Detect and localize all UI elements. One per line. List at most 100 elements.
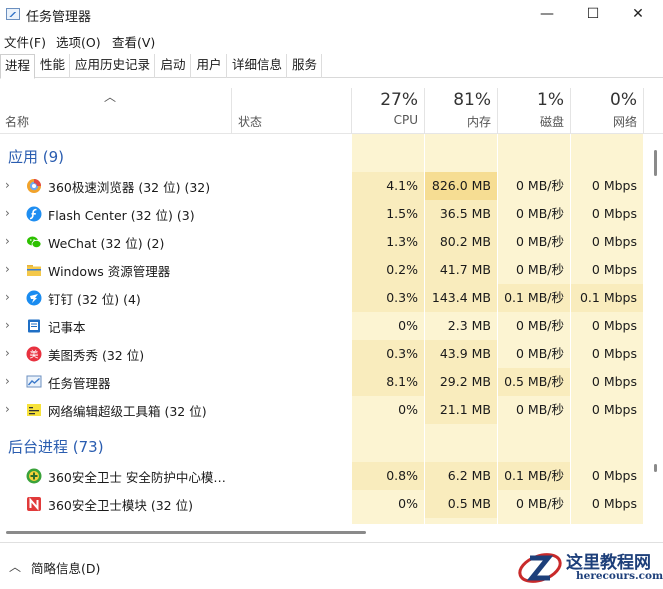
horizontal-scroll-thumb[interactable]: [6, 531, 366, 534]
360-module-icon: [27, 497, 41, 511]
group-background: 后台进程 (73): [0, 424, 650, 458]
expand-chevron-icon[interactable]: ›: [5, 290, 10, 304]
table-row[interactable]: › 美 美图秀秀 (32 位) 0.3% 43.9 MB 0 MB/秒 0 Mb…: [0, 340, 650, 368]
memory-cell: 21.1 MB: [425, 396, 497, 424]
table-row[interactable]: › Windows 资源管理器 0.2% 41.7 MB 0 MB/秒 0 Mb…: [0, 256, 650, 284]
disk-cell: 0.1 MB/秒: [498, 284, 570, 312]
process-name: 360安全卫士 安全防护中心模块...: [48, 470, 233, 485]
memory-total-pct[interactable]: 81%: [425, 90, 491, 110]
tab-startup[interactable]: 启动: [156, 54, 191, 78]
tab-app-history[interactable]: 应用历史记录: [71, 54, 155, 78]
menu-view[interactable]: 查看(V): [112, 32, 155, 51]
expand-chevron-icon[interactable]: ›: [5, 234, 10, 248]
network-cell: 0.1 Mbps: [571, 284, 643, 312]
wechat-icon: [27, 236, 42, 249]
tab-users[interactable]: 用户: [192, 54, 227, 78]
group-title-background: 后台进程 (73): [8, 438, 104, 456]
col-network-header[interactable]: 网络: [571, 113, 637, 130]
table-row[interactable]: 360安全卫士模块 (32 位) 0% 0.5 MB 0 MB/秒 0 Mbps: [0, 490, 650, 518]
col-memory-header[interactable]: 内存: [425, 113, 491, 130]
process-name: Windows 资源管理器: [48, 264, 171, 279]
network-cell: 0 Mbps: [591, 234, 637, 249]
disk-cell: 0 MB/秒: [516, 206, 564, 221]
network-cell: 0 Mbps: [591, 402, 637, 417]
network-cell: 0 Mbps: [591, 178, 637, 193]
memory-cell: 143.4 MB: [425, 284, 497, 312]
table-row[interactable]: › 钉钉 (32 位) (4) 0.3% 143.4 MB 0.1 MB/秒 0…: [0, 284, 650, 312]
expand-chevron-icon[interactable]: ›: [5, 178, 10, 192]
col-disk-header[interactable]: 磁盘: [498, 113, 564, 130]
process-name: 美图秀秀 (32 位): [48, 348, 145, 363]
horizontal-scrollbar[interactable]: [0, 527, 650, 539]
expand-chevron-icon[interactable]: ›: [5, 206, 10, 220]
col-cpu-header[interactable]: CPU: [352, 113, 418, 127]
column-header: ︿ 名称 状态 27% CPU 81% 内存 1% 磁盘 0% 网络: [0, 88, 663, 134]
maximize-button[interactable]: ☐: [570, 0, 616, 30]
expand-chevron-icon[interactable]: ›: [5, 318, 10, 332]
col-status-header[interactable]: 状态: [238, 113, 262, 130]
memory-cell: 826.0 MB: [425, 172, 497, 200]
network-cell: 0 Mbps: [591, 346, 637, 361]
vertical-scrollbar[interactable]: [650, 134, 663, 524]
process-table: 应用 (9) › 360极速浏览器 (32 位) (32) 4.1% 826.0…: [0, 134, 650, 524]
expand-chevron-icon[interactable]: ›: [5, 374, 10, 388]
tab-processes[interactable]: 进程: [0, 54, 35, 79]
disk-cell: 0 MB/秒: [516, 234, 564, 249]
expand-chevron-icon[interactable]: ›: [5, 346, 10, 360]
cpu-cell: 0.3%: [352, 284, 424, 312]
cpu-cell: 0%: [398, 318, 418, 333]
process-name: 记事本: [48, 320, 86, 335]
table-row[interactable]: › 任务管理器 8.1% 29.2 MB 0.5 MB/秒 0 Mbps: [0, 368, 650, 396]
memory-cell: 0.5 MB: [425, 490, 497, 518]
network-cell: 0 Mbps: [591, 468, 637, 483]
close-button[interactable]: ✕: [615, 0, 661, 30]
memory-cell: 80.2 MB: [425, 228, 497, 256]
watermark-url: herecours.com: [576, 570, 663, 582]
disk-cell: 0.1 MB/秒: [498, 462, 570, 490]
tab-services[interactable]: 服务: [288, 54, 322, 78]
expand-chevron-icon[interactable]: ›: [5, 402, 10, 416]
network-cell: 0 Mbps: [591, 318, 637, 333]
cpu-total-pct[interactable]: 27%: [352, 90, 418, 110]
col-name-header[interactable]: 名称: [5, 113, 29, 130]
table-row[interactable]: › Flash Center (32 位) (3) 1.5% 36.5 MB 0…: [0, 200, 650, 228]
disk-cell: 0 MB/秒: [516, 496, 564, 511]
cpu-cell: 8.1%: [352, 368, 424, 396]
table-row[interactable]: › 360极速浏览器 (32 位) (32) 4.1% 826.0 MB 0 M…: [0, 172, 650, 200]
disk-total-pct[interactable]: 1%: [498, 90, 564, 110]
menu-options[interactable]: 选项(O): [56, 32, 101, 51]
network-total-pct[interactable]: 0%: [571, 90, 637, 110]
memory-cell: 43.9 MB: [425, 340, 497, 368]
notepad-icon: [28, 319, 40, 333]
group-title-apps: 应用 (9): [8, 148, 65, 166]
vertical-scroll-indicator: [654, 464, 657, 472]
memory-cell: 29.2 MB: [425, 368, 497, 396]
minimize-button[interactable]: —: [524, 0, 570, 30]
cpu-cell: 0%: [398, 496, 418, 511]
chevron-up-icon[interactable]: ︿: [9, 558, 21, 575]
task-manager-app-icon: [6, 8, 20, 20]
menu-file[interactable]: 文件(F): [4, 32, 46, 51]
tab-performance[interactable]: 性能: [36, 54, 70, 78]
table-row[interactable]: › 网络编辑超级工具箱 (32 位) 0% 21.1 MB 0 MB/秒 0 M…: [0, 396, 650, 424]
fewer-details-button[interactable]: 简略信息(D): [31, 558, 100, 577]
memory-cell: 2.3 MB: [447, 318, 491, 333]
network-cell: 0 Mbps: [591, 262, 637, 277]
memory-cell: 41.7 MB: [425, 256, 497, 284]
title-bar: 任务管理器 — ☐ ✕: [0, 0, 663, 30]
360-browser-icon: [27, 179, 41, 193]
table-row[interactable]: › 记事本 0% 2.3 MB 0 MB/秒 0 Mbps: [0, 312, 650, 340]
table-row[interactable]: › WeChat (32 位) (2) 1.3% 80.2 MB 0 MB/秒 …: [0, 228, 650, 256]
vertical-scroll-thumb[interactable]: [654, 150, 657, 176]
col-divider[interactable]: [643, 88, 644, 134]
table-row[interactable]: 360安全卫士 安全防护中心模块... 0.8% 6.2 MB 0.1 MB/秒…: [0, 462, 650, 490]
sort-caret-icon[interactable]: ︿: [104, 88, 116, 105]
expand-chevron-icon[interactable]: ›: [5, 262, 10, 276]
folder-icon: [27, 265, 41, 276]
flash-icon: [26, 206, 42, 222]
tab-details[interactable]: 详细信息: [228, 54, 287, 78]
window-title: 任务管理器: [26, 10, 92, 25]
col-divider[interactable]: [231, 88, 232, 134]
cpu-cell: 1.5%: [352, 200, 424, 228]
memory-cell: 6.2 MB: [425, 462, 497, 490]
